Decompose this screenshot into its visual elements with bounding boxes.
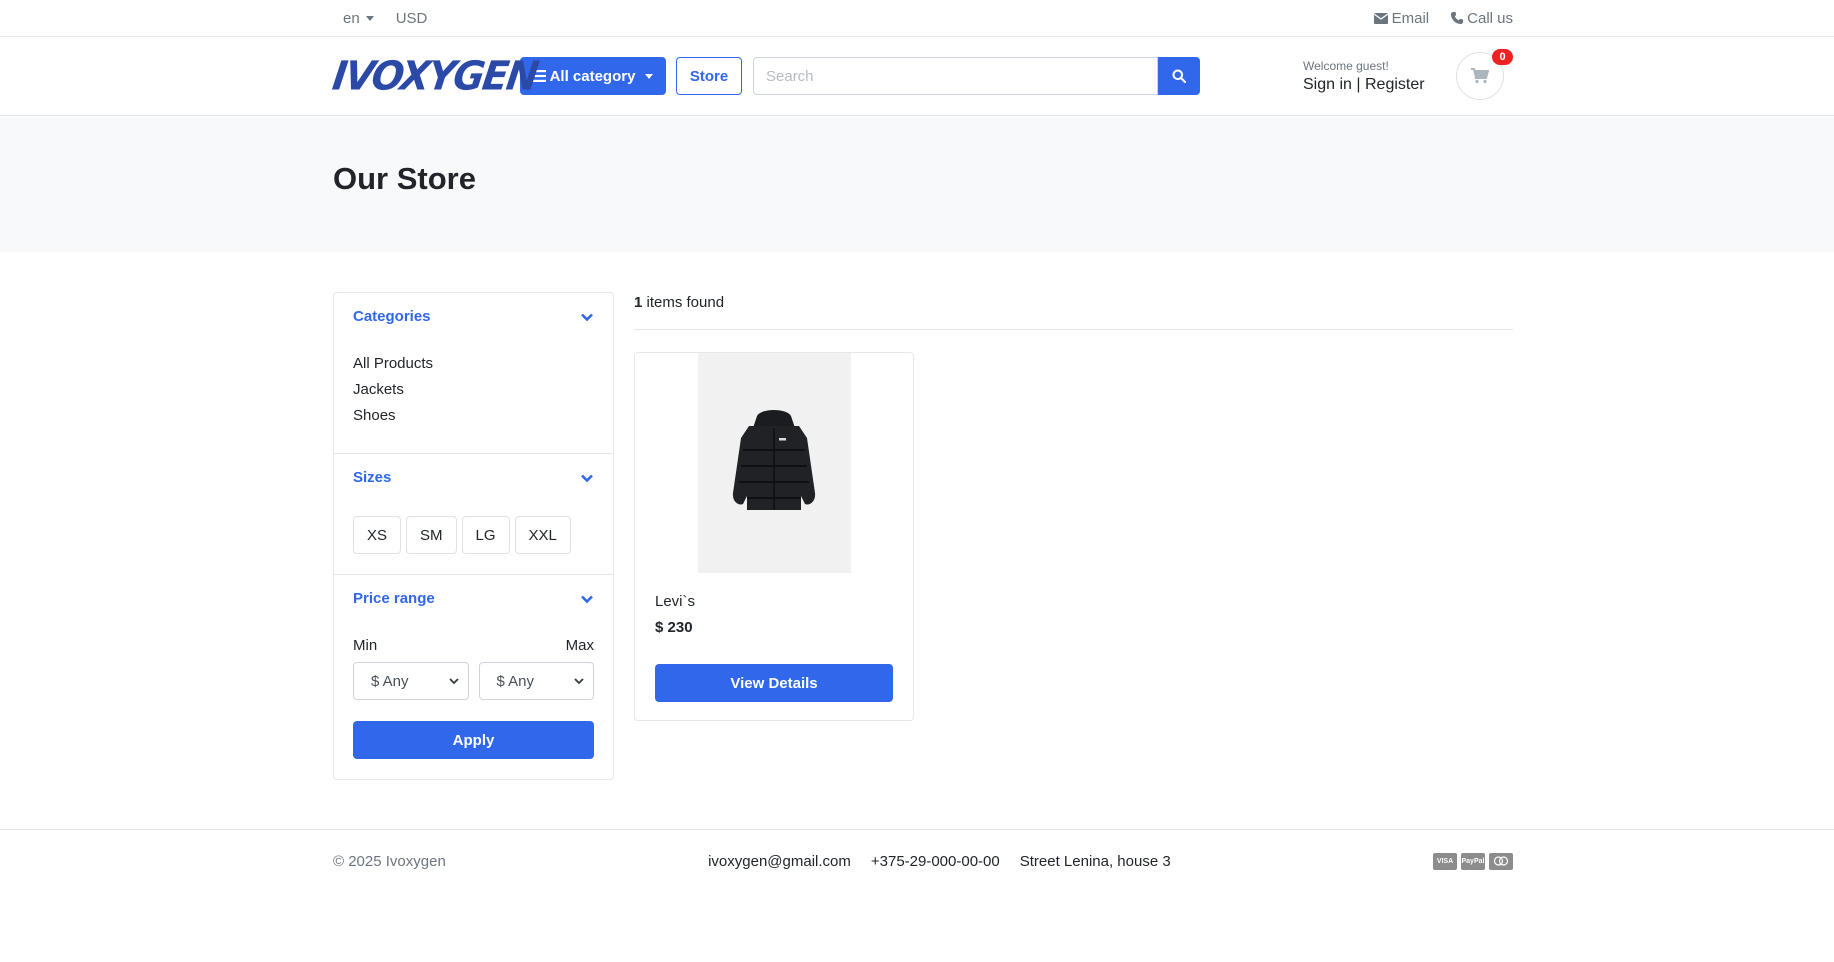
search-button[interactable] — [1158, 57, 1200, 95]
min-price-select[interactable]: $ Any — [353, 662, 469, 700]
max-price-value: $ Any — [496, 672, 535, 690]
product-image[interactable] — [697, 353, 851, 573]
user-panel: Welcome guest! Sign in | Register — [1303, 59, 1425, 94]
cart-count-badge: 0 — [1492, 49, 1513, 65]
language-label: en — [343, 9, 360, 27]
product-name[interactable]: Levi`s — [655, 593, 893, 610]
items-found-label: items found — [642, 294, 725, 311]
all-category-label: All category — [549, 67, 636, 85]
brand-logo[interactable]: IVOXYGEN — [330, 53, 540, 99]
visa-icon: VISA — [1432, 852, 1457, 870]
price-range-toggle[interactable]: Price range — [353, 590, 594, 607]
size-option-xxl[interactable]: XXL — [514, 516, 571, 554]
payment-methods: VISA PayPal — [1432, 852, 1513, 870]
footer: © 2025 Ivoxygen ivoxygen@gmail.com +375-… — [0, 829, 1834, 892]
chevron-down-icon — [581, 595, 593, 603]
max-label: Max — [565, 637, 594, 654]
register-link[interactable]: Register — [1365, 76, 1425, 93]
product-price: $ 230 — [655, 619, 693, 636]
category-item[interactable]: Shoes — [353, 407, 594, 424]
size-option-xs[interactable]: XS — [353, 516, 402, 554]
category-item[interactable]: All Products — [353, 355, 594, 372]
page-title: Our Store — [333, 161, 476, 196]
price-range-filter: Price range Min Max $ Any $ Any Apply — [334, 575, 613, 779]
sizes-filter: Sizes XS SM LG XXL — [334, 454, 613, 575]
header: IVOXYGEN All category Store Welcome gues… — [0, 37, 1834, 116]
currency-selector[interactable]: USD — [396, 10, 428, 27]
top-bar: en USD Email Call us — [0, 0, 1834, 37]
mastercard-icon — [1488, 852, 1513, 870]
phone-icon — [1451, 12, 1464, 24]
page-title-band: Our Store — [0, 116, 1834, 252]
min-price-value: $ Any — [371, 672, 409, 690]
cart-button[interactable]: 0 — [1455, 49, 1513, 100]
sizes-toggle[interactable]: Sizes — [353, 469, 594, 486]
footer-address: Street Lenina, house 3 — [1019, 852, 1171, 870]
categories-filter: Categories All Products Jackets Shoes — [334, 293, 613, 454]
store-button[interactable]: Store — [676, 57, 742, 95]
price-range-title: Price range — [353, 590, 435, 607]
caret-down-icon — [645, 73, 654, 79]
copyright-text: © 2025 Ivoxygen — [333, 852, 446, 870]
language-selector[interactable]: en — [343, 10, 374, 27]
max-price-select[interactable]: $ Any — [478, 662, 594, 700]
search-icon — [1172, 69, 1186, 83]
jacket-icon — [732, 410, 816, 510]
apply-button[interactable]: Apply — [353, 721, 594, 759]
view-details-button[interactable]: View Details — [655, 664, 893, 702]
footer-email[interactable]: ivoxygen@gmail.com — [708, 853, 851, 870]
min-label: Min — [353, 637, 378, 654]
email-label: Email — [1391, 9, 1430, 27]
chevron-down-icon — [581, 313, 593, 321]
categories-toggle[interactable]: Categories — [353, 308, 594, 325]
chevron-down-icon — [581, 474, 593, 482]
size-option-lg[interactable]: LG — [461, 516, 510, 554]
paypal-icon: PayPal — [1460, 852, 1485, 870]
call-label: Call us — [1467, 9, 1513, 27]
link-separator: | — [1356, 75, 1361, 93]
filter-sidebar: Categories All Products Jackets Shoes Si… — [333, 292, 614, 780]
product-results: 1 items found Levi`s $ 230 View Details — [634, 292, 1513, 780]
shopping-cart-icon — [1470, 68, 1489, 84]
search-form — [753, 57, 1200, 95]
footer-contacts: ivoxygen@gmail.com +375-29-000-00-00 Str… — [708, 853, 1171, 870]
items-found-header: 1 items found — [634, 292, 1513, 330]
envelope-icon — [1373, 12, 1388, 24]
select-arrow-icon — [448, 677, 459, 684]
email-link[interactable]: Email — [1373, 9, 1430, 27]
size-option-sm[interactable]: SM — [406, 516, 457, 554]
welcome-text: Welcome guest! — [1303, 58, 1389, 73]
category-item[interactable]: Jackets — [353, 381, 594, 398]
call-link[interactable]: Call us — [1451, 10, 1513, 27]
search-input[interactable] — [753, 57, 1158, 95]
all-category-button[interactable]: All category — [520, 57, 666, 95]
categories-title: Categories — [353, 308, 431, 325]
product-card: Levi`s $ 230 View Details — [634, 352, 914, 721]
sign-in-link[interactable]: Sign in — [1303, 76, 1352, 93]
main-content: Categories All Products Jackets Shoes Si… — [0, 252, 1834, 780]
footer-phone[interactable]: +375-29-000-00-00 — [871, 853, 1000, 870]
sizes-title: Sizes — [353, 469, 392, 486]
select-arrow-icon — [574, 677, 584, 684]
caret-down-icon — [365, 16, 374, 22]
